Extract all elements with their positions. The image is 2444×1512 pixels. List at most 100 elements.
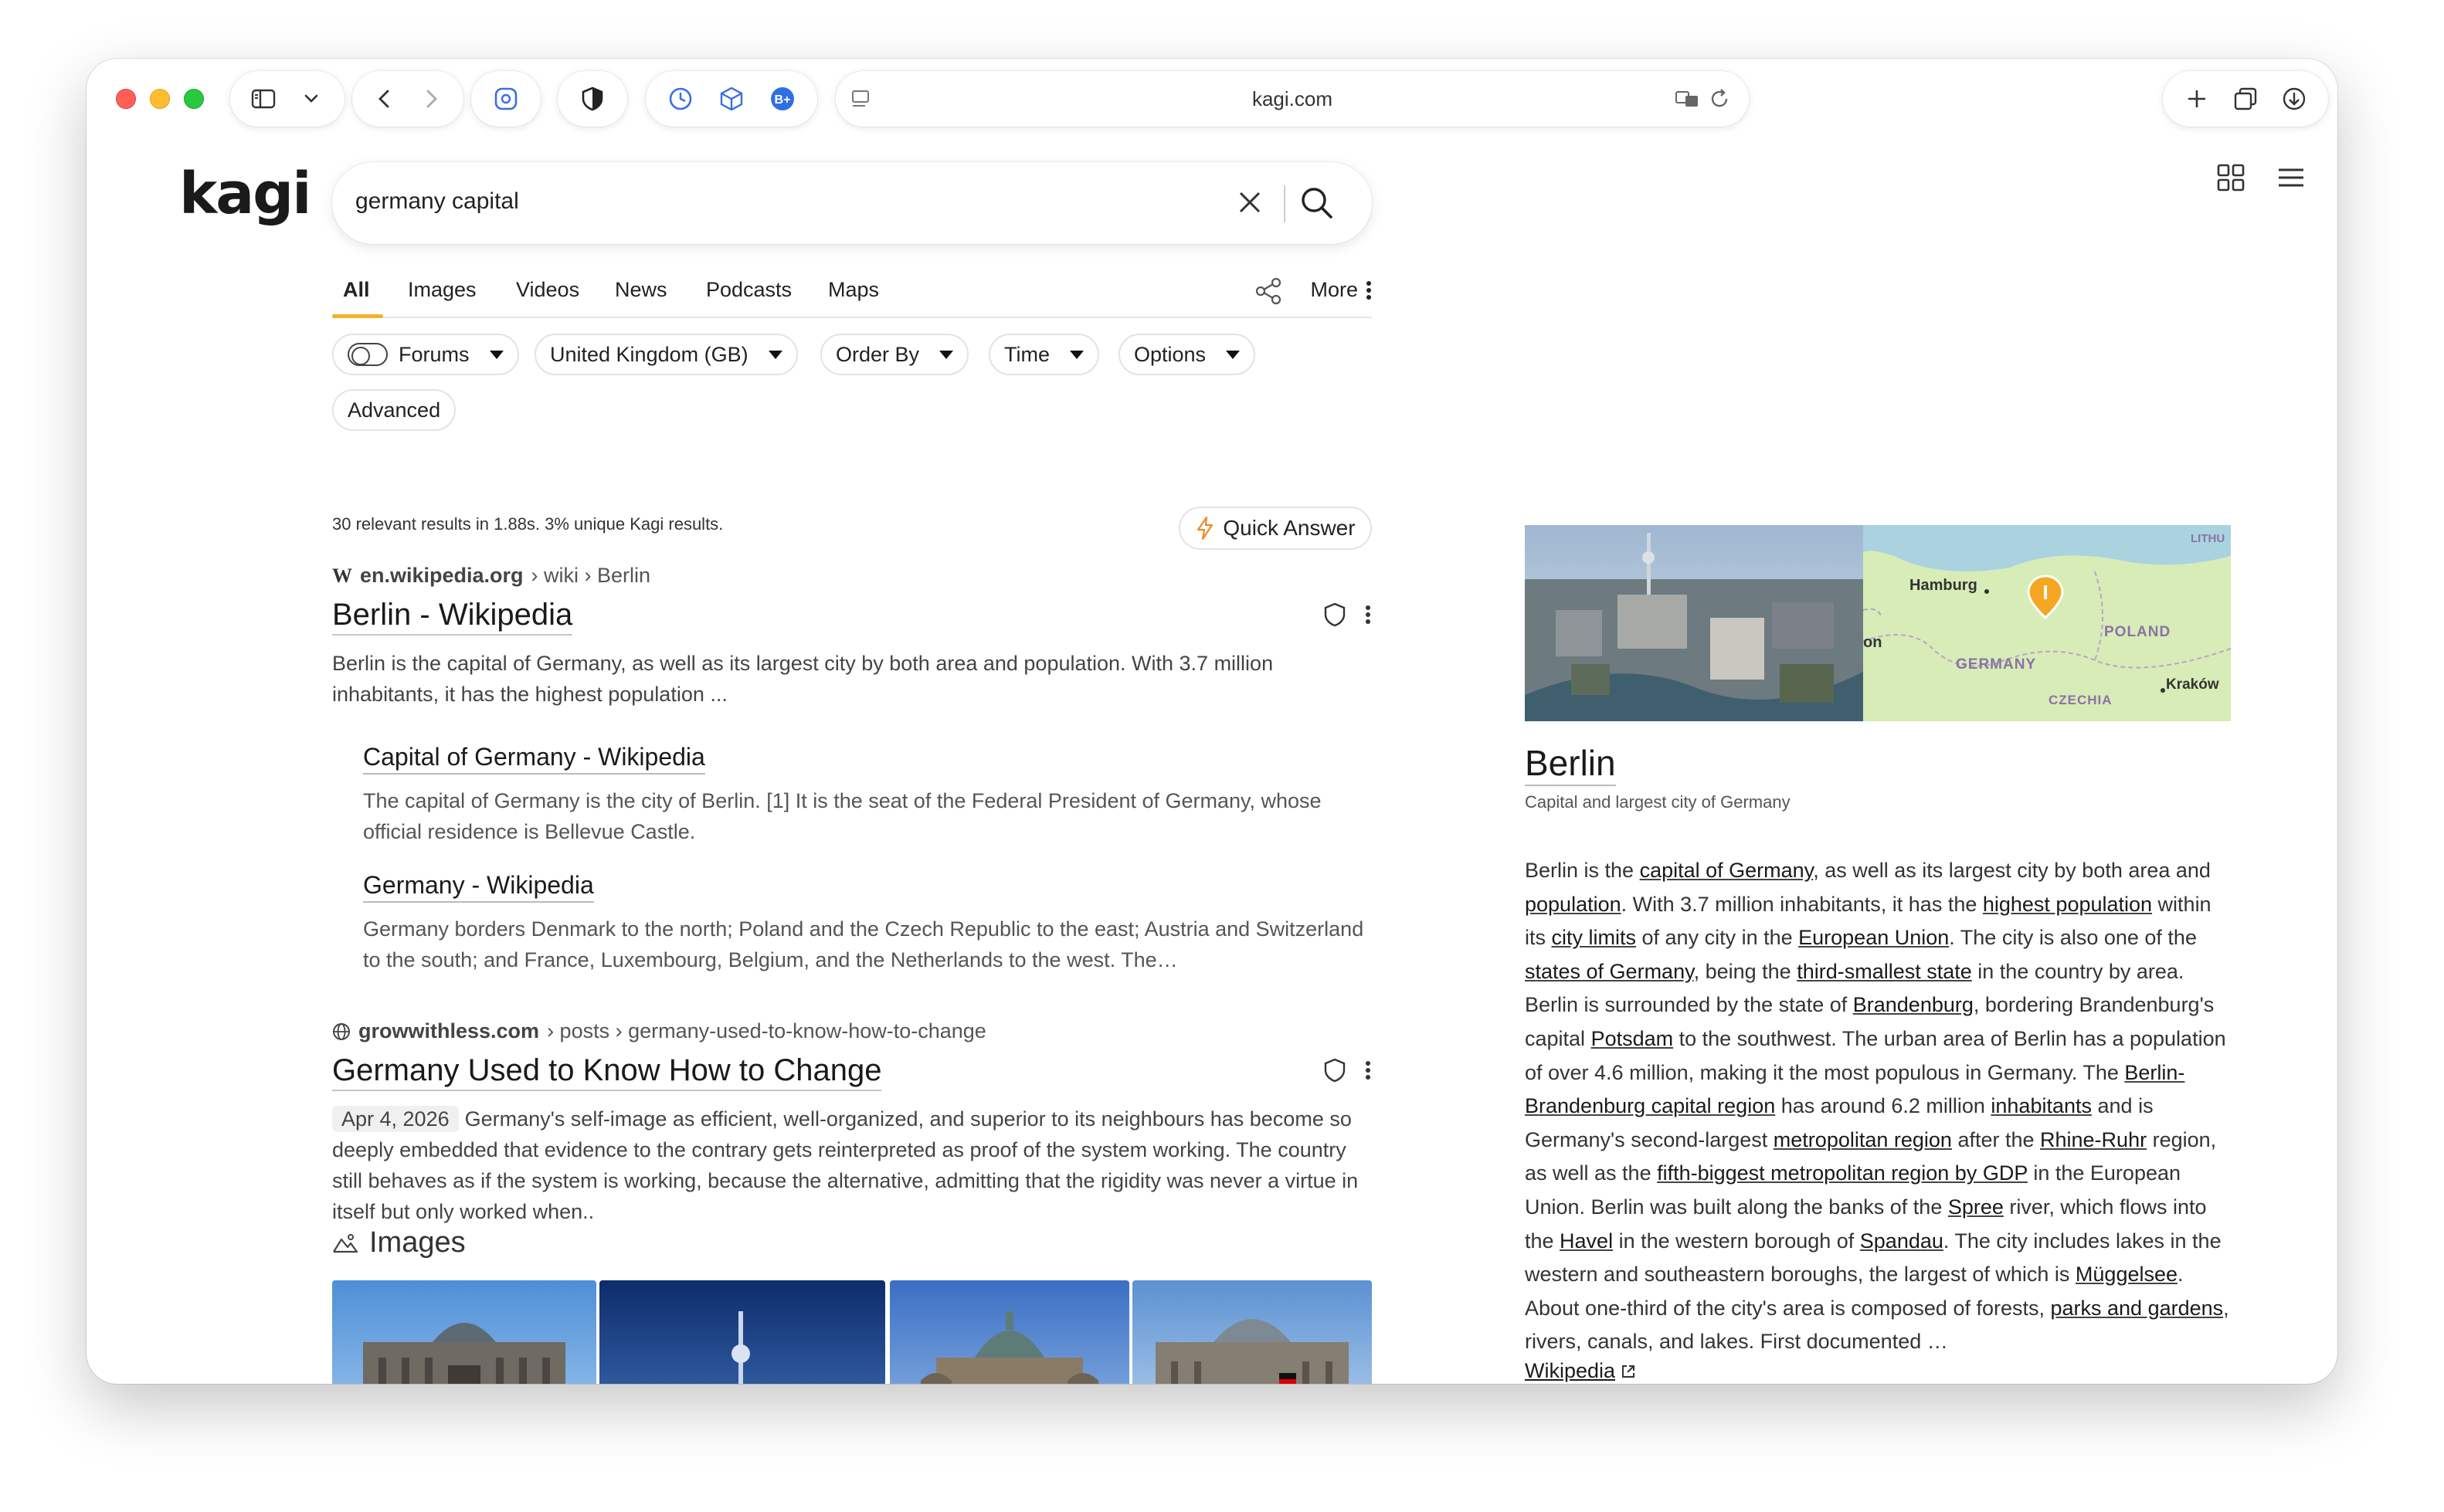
description-link[interactable]: highest population	[1983, 893, 2152, 916]
result-url[interactable]: W en.wikipedia.org › wiki › Berlin	[332, 564, 1372, 588]
description-text: , being the	[1693, 959, 1797, 983]
sub-result-snippet: The capital of Germany is the city of Be…	[363, 789, 1322, 843]
result-url[interactable]: growwithless.com › posts › germany-used-…	[332, 1019, 1372, 1043]
address-bar[interactable]: kagi.com	[836, 71, 1749, 127]
berlin-aerial-photo[interactable]	[1525, 525, 1863, 721]
result-title[interactable]: Berlin - Wikipedia	[332, 595, 573, 636]
lightning-icon	[1197, 516, 1214, 541]
image-thumbnail-tv-tower[interactable]	[599, 1280, 885, 1384]
description-link[interactable]: Müggelsee	[2076, 1263, 2178, 1286]
results-stats: 30 relevant results in 1.88s. 3% unique …	[332, 514, 724, 534]
tab-news[interactable]: News	[615, 278, 667, 302]
more-vertical-icon[interactable]	[1364, 1059, 1372, 1082]
close-window-button[interactable]	[116, 89, 136, 109]
description-link[interactable]: European Union	[1798, 926, 1949, 949]
chevron-down-icon[interactable]	[296, 83, 327, 114]
knowledge-panel-title[interactable]: Berlin	[1525, 741, 1616, 786]
advanced-button[interactable]: Advanced	[332, 389, 457, 431]
images-section-heading[interactable]: Images	[332, 1226, 466, 1259]
image-thumbnail-reichstag-flag[interactable]	[1132, 1280, 1372, 1384]
more-tab[interactable]: More	[1310, 278, 1372, 302]
back-icon[interactable]	[369, 83, 400, 114]
berlin-map[interactable]: Hamburg POLAND GERMANY CZECHIA Kraków LI…	[1863, 525, 2231, 721]
description-link[interactable]: Potsdam	[1591, 1027, 1674, 1050]
shield-icon[interactable]	[577, 83, 608, 114]
reader-icon[interactable]	[845, 83, 876, 114]
new-tab-icon[interactable]	[2181, 83, 2212, 114]
kagi-extension-icon[interactable]	[490, 83, 521, 114]
kagi-logo[interactable]: kagi	[179, 161, 311, 227]
description-link[interactable]: fifth-biggest metropolitan region by GDP	[1657, 1161, 2028, 1185]
description-link[interactable]: capital of Germany	[1640, 859, 1814, 882]
tab-all[interactable]: All	[343, 278, 370, 302]
tab-overview-icon[interactable]	[2230, 83, 2261, 114]
search-box[interactable]: germany capital	[332, 162, 1372, 244]
more-vertical-icon	[1366, 280, 1371, 300]
downloads-icon[interactable]	[2279, 83, 2310, 114]
description-text: Berlin is the	[1525, 859, 1640, 882]
sub-result-title[interactable]: Capital of Germany - Wikipedia	[363, 741, 705, 775]
options-filter[interactable]: Options	[1118, 334, 1256, 375]
description-link[interactable]: states of Germany	[1525, 960, 1694, 983]
sub-result-title[interactable]: Germany - Wikipedia	[363, 869, 594, 903]
wikipedia-favicon-icon: W	[332, 564, 352, 587]
hamburger-menu-icon[interactable]	[2274, 161, 2308, 195]
forums-toggle[interactable]	[348, 343, 388, 366]
description-text: of any city in the	[1636, 926, 1799, 950]
nav-buttons	[352, 71, 463, 127]
window-actions	[2163, 71, 2328, 127]
zoom-window-button[interactable]	[184, 89, 204, 109]
result-snippet-text: Germany's self-image as efficient, well-…	[332, 1107, 1359, 1223]
search-icon[interactable]	[1298, 184, 1336, 222]
description-link[interactable]: third-smallest state	[1797, 960, 1972, 983]
apps-grid-icon[interactable]	[2214, 161, 2248, 195]
tab-videos[interactable]: Videos	[516, 278, 579, 302]
description-link[interactable]: city limits	[1552, 926, 1637, 949]
description-link[interactable]: Havel	[1560, 1229, 1613, 1253]
more-label: More	[1310, 278, 1358, 301]
shield-icon[interactable]	[1321, 1056, 1349, 1084]
forward-icon[interactable]	[416, 83, 446, 114]
image-thumbnail-reichstag[interactable]	[332, 1280, 596, 1384]
region-filter[interactable]: United Kingdom (GB)	[535, 334, 798, 375]
clear-icon[interactable]	[1233, 185, 1267, 219]
forums-filter[interactable]: Forums	[332, 334, 519, 375]
result-title[interactable]: Germany Used to Know How to Change	[332, 1051, 882, 1091]
time-filter[interactable]: Time	[989, 334, 1099, 375]
history-extension-icon[interactable]	[665, 83, 696, 114]
more-vertical-icon[interactable]	[1364, 603, 1372, 626]
bookmark-plus-extension-icon[interactable]: B+	[767, 83, 798, 114]
browser-toolbar: B+ kagi.com	[87, 59, 2337, 139]
description-link[interactable]: Rhine-Ruhr	[2040, 1128, 2147, 1151]
tab-maps[interactable]: Maps	[828, 278, 879, 302]
tab-images[interactable]: Images	[408, 278, 477, 302]
description-link[interactable]: Brandenburg	[1853, 993, 1974, 1016]
cube-extension-icon[interactable]	[716, 83, 747, 114]
description-link[interactable]: Spandau	[1860, 1229, 1943, 1253]
description-link[interactable]: inhabitants	[1991, 1094, 2092, 1117]
tab-podcasts[interactable]: Podcasts	[706, 278, 792, 302]
image-thumbnail-cathedral[interactable]	[890, 1280, 1129, 1384]
wikipedia-source-link[interactable]: Wikipedia	[1525, 1359, 1637, 1383]
search-input[interactable]: germany capital	[355, 188, 519, 215]
url-text: kagi.com	[1251, 87, 1333, 110]
description-link[interactable]: Spree	[1948, 1195, 2004, 1219]
order-by-label: Order By	[836, 342, 920, 366]
quick-answer-button[interactable]: Quick Answer	[1179, 507, 1372, 550]
description-link[interactable]: metropolitan region	[1774, 1128, 1952, 1151]
description-link[interactable]: population	[1525, 893, 1621, 916]
minimize-window-button[interactable]	[150, 89, 170, 109]
sidebar-icon[interactable]	[248, 83, 279, 114]
region-label: United Kingdom (GB)	[550, 342, 748, 366]
knowledge-panel-description: Berlin is the capital of Germany, as wel…	[1525, 854, 2232, 1359]
result-domain: en.wikipedia.org	[360, 564, 524, 587]
map-label-czechia: CZECHIA	[2049, 693, 2113, 707]
images-heading-label: Images	[369, 1226, 466, 1259]
shield-icon[interactable]	[1321, 601, 1349, 629]
share-icon[interactable]	[1253, 275, 1285, 307]
extension-pill	[471, 71, 541, 127]
description-link[interactable]: parks and gardens	[2051, 1297, 2224, 1320]
order-by-filter[interactable]: Order By	[820, 334, 969, 375]
reload-icon[interactable]	[1704, 83, 1735, 114]
translate-icon[interactable]	[1672, 83, 1702, 114]
